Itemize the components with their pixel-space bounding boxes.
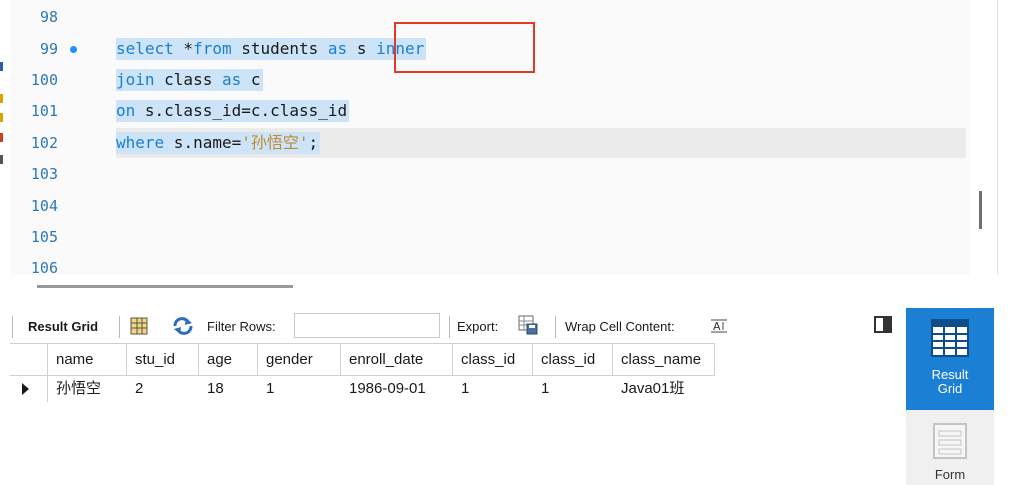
toolbar-separator [555, 316, 556, 338]
row-selector[interactable] [10, 375, 48, 402]
code-text: on s.class_id=c.class_id [116, 100, 350, 122]
sql-token: students [231, 39, 328, 58]
table-cell[interactable]: 2 [127, 375, 199, 402]
statement-marker-icon[interactable] [70, 46, 77, 53]
right-edge [995, 308, 1021, 485]
sql-keyword: join [116, 70, 155, 89]
table-cell[interactable]: 1 [533, 375, 613, 402]
editor-line: 103 [10, 161, 970, 187]
column-header[interactable]: name [48, 344, 127, 375]
filter-rows-label: Filter Rows: [207, 319, 276, 334]
toolbar-separator [12, 316, 13, 338]
editor-line: 105 [10, 224, 970, 250]
sql-keyword: on [116, 101, 136, 120]
editor-line: 102 where s.name='孙悟空'; [10, 130, 970, 156]
toggle-panel-icon[interactable] [874, 316, 892, 333]
editor-horizontal-scrollbar[interactable] [37, 285, 293, 288]
sql-token: s.class_id=c.class_id [135, 101, 348, 120]
result-grid-tab[interactable]: Result Grid [28, 319, 98, 334]
line-number: 106 [30, 259, 58, 275]
form-button-label: Form [934, 467, 966, 482]
editor-line: 106 [10, 255, 970, 275]
editor-vertical-scrollbar[interactable] [979, 191, 982, 229]
table-cell[interactable]: 18 [199, 375, 258, 402]
sql-token: ; [308, 133, 319, 152]
export-label: Export: [457, 319, 499, 334]
sql-token: s.name= [164, 133, 242, 152]
column-header[interactable]: class_name [613, 344, 715, 375]
code-text: where s.name='孙悟空'; [116, 132, 321, 154]
table-cell[interactable]: 1 [453, 375, 533, 402]
column-header[interactable]: class_id [453, 344, 533, 375]
sql-token: class [154, 70, 222, 89]
column-header[interactable]: stu_id [127, 344, 199, 375]
grid-header: name stu_id age gender enroll_date class_id cl… [10, 343, 715, 376]
editor-divider [997, 0, 998, 275]
sql-string: '孙悟空' [241, 133, 309, 152]
highlight-box [394, 22, 535, 73]
result-toolbar: Result Grid Filter Rows: Export: Wrap Ce… [10, 310, 905, 343]
svg-text:A: A [713, 320, 721, 333]
sql-keyword: as [327, 39, 348, 58]
column-header[interactable]: age [199, 344, 258, 375]
sql-token: * [173, 39, 194, 58]
line-number: 99 [39, 40, 58, 58]
export-icon[interactable] [518, 315, 538, 338]
wrap-cell-content-label: Wrap Cell Content: [565, 319, 675, 334]
editor-line: 104 [10, 193, 970, 219]
line-number: 100 [30, 71, 58, 89]
sql-keyword: select [116, 39, 174, 58]
result-grid-button-label-2: Grid [937, 381, 963, 396]
form-editor-button[interactable]: Form [906, 416, 994, 485]
toolbar-separator [119, 316, 120, 338]
code-text: join class as c [116, 69, 263, 91]
editor-line: 101 on s.class_id=c.class_id [10, 98, 970, 124]
line-number: 105 [30, 228, 58, 246]
current-row-icon [22, 383, 29, 395]
sql-keyword: as [221, 70, 242, 89]
sql-token: s [347, 39, 377, 58]
column-header[interactable]: enroll_date [341, 344, 453, 375]
line-number: 98 [39, 8, 58, 26]
line-number: 101 [30, 102, 58, 120]
sql-keyword: where [116, 133, 165, 152]
line-number: 104 [30, 197, 58, 215]
toolbar-separator [449, 316, 450, 338]
row-header-corner [10, 344, 48, 375]
column-header[interactable]: class_id [533, 344, 613, 375]
table-cell[interactable]: 1 [258, 375, 341, 402]
sql-token: c [241, 70, 261, 89]
result-grid: name stu_id age gender enroll_date class_id cl… [10, 343, 905, 485]
result-grid-button-label-1: Result [931, 367, 969, 382]
table-row[interactable]: 孙悟空 2 18 1 1986-09-01 1 1 Java01班 [10, 375, 715, 402]
table-cell[interactable]: 孙悟空 [48, 375, 127, 402]
column-header[interactable]: gender [258, 344, 341, 375]
line-number: 103 [30, 165, 58, 183]
code-text: select *from students as s inner [116, 38, 427, 60]
line-number: 102 [30, 134, 58, 152]
table-cell[interactable]: Java01班 [613, 375, 715, 402]
form-icon [933, 423, 967, 459]
side-panel: Result Grid Form [906, 308, 994, 485]
grid-view-icon[interactable] [130, 317, 148, 338]
refresh-icon[interactable] [172, 317, 194, 338]
filter-rows-input[interactable] [294, 313, 440, 338]
result-grid-button[interactable]: Result Grid [906, 308, 994, 410]
wrap-text-icon[interactable]: A [710, 318, 728, 337]
result-grid-icon [931, 319, 969, 357]
left-gutter-strip [0, 0, 10, 485]
table-cell[interactable]: 1986-09-01 [341, 375, 453, 402]
sql-keyword: from [193, 39, 232, 58]
